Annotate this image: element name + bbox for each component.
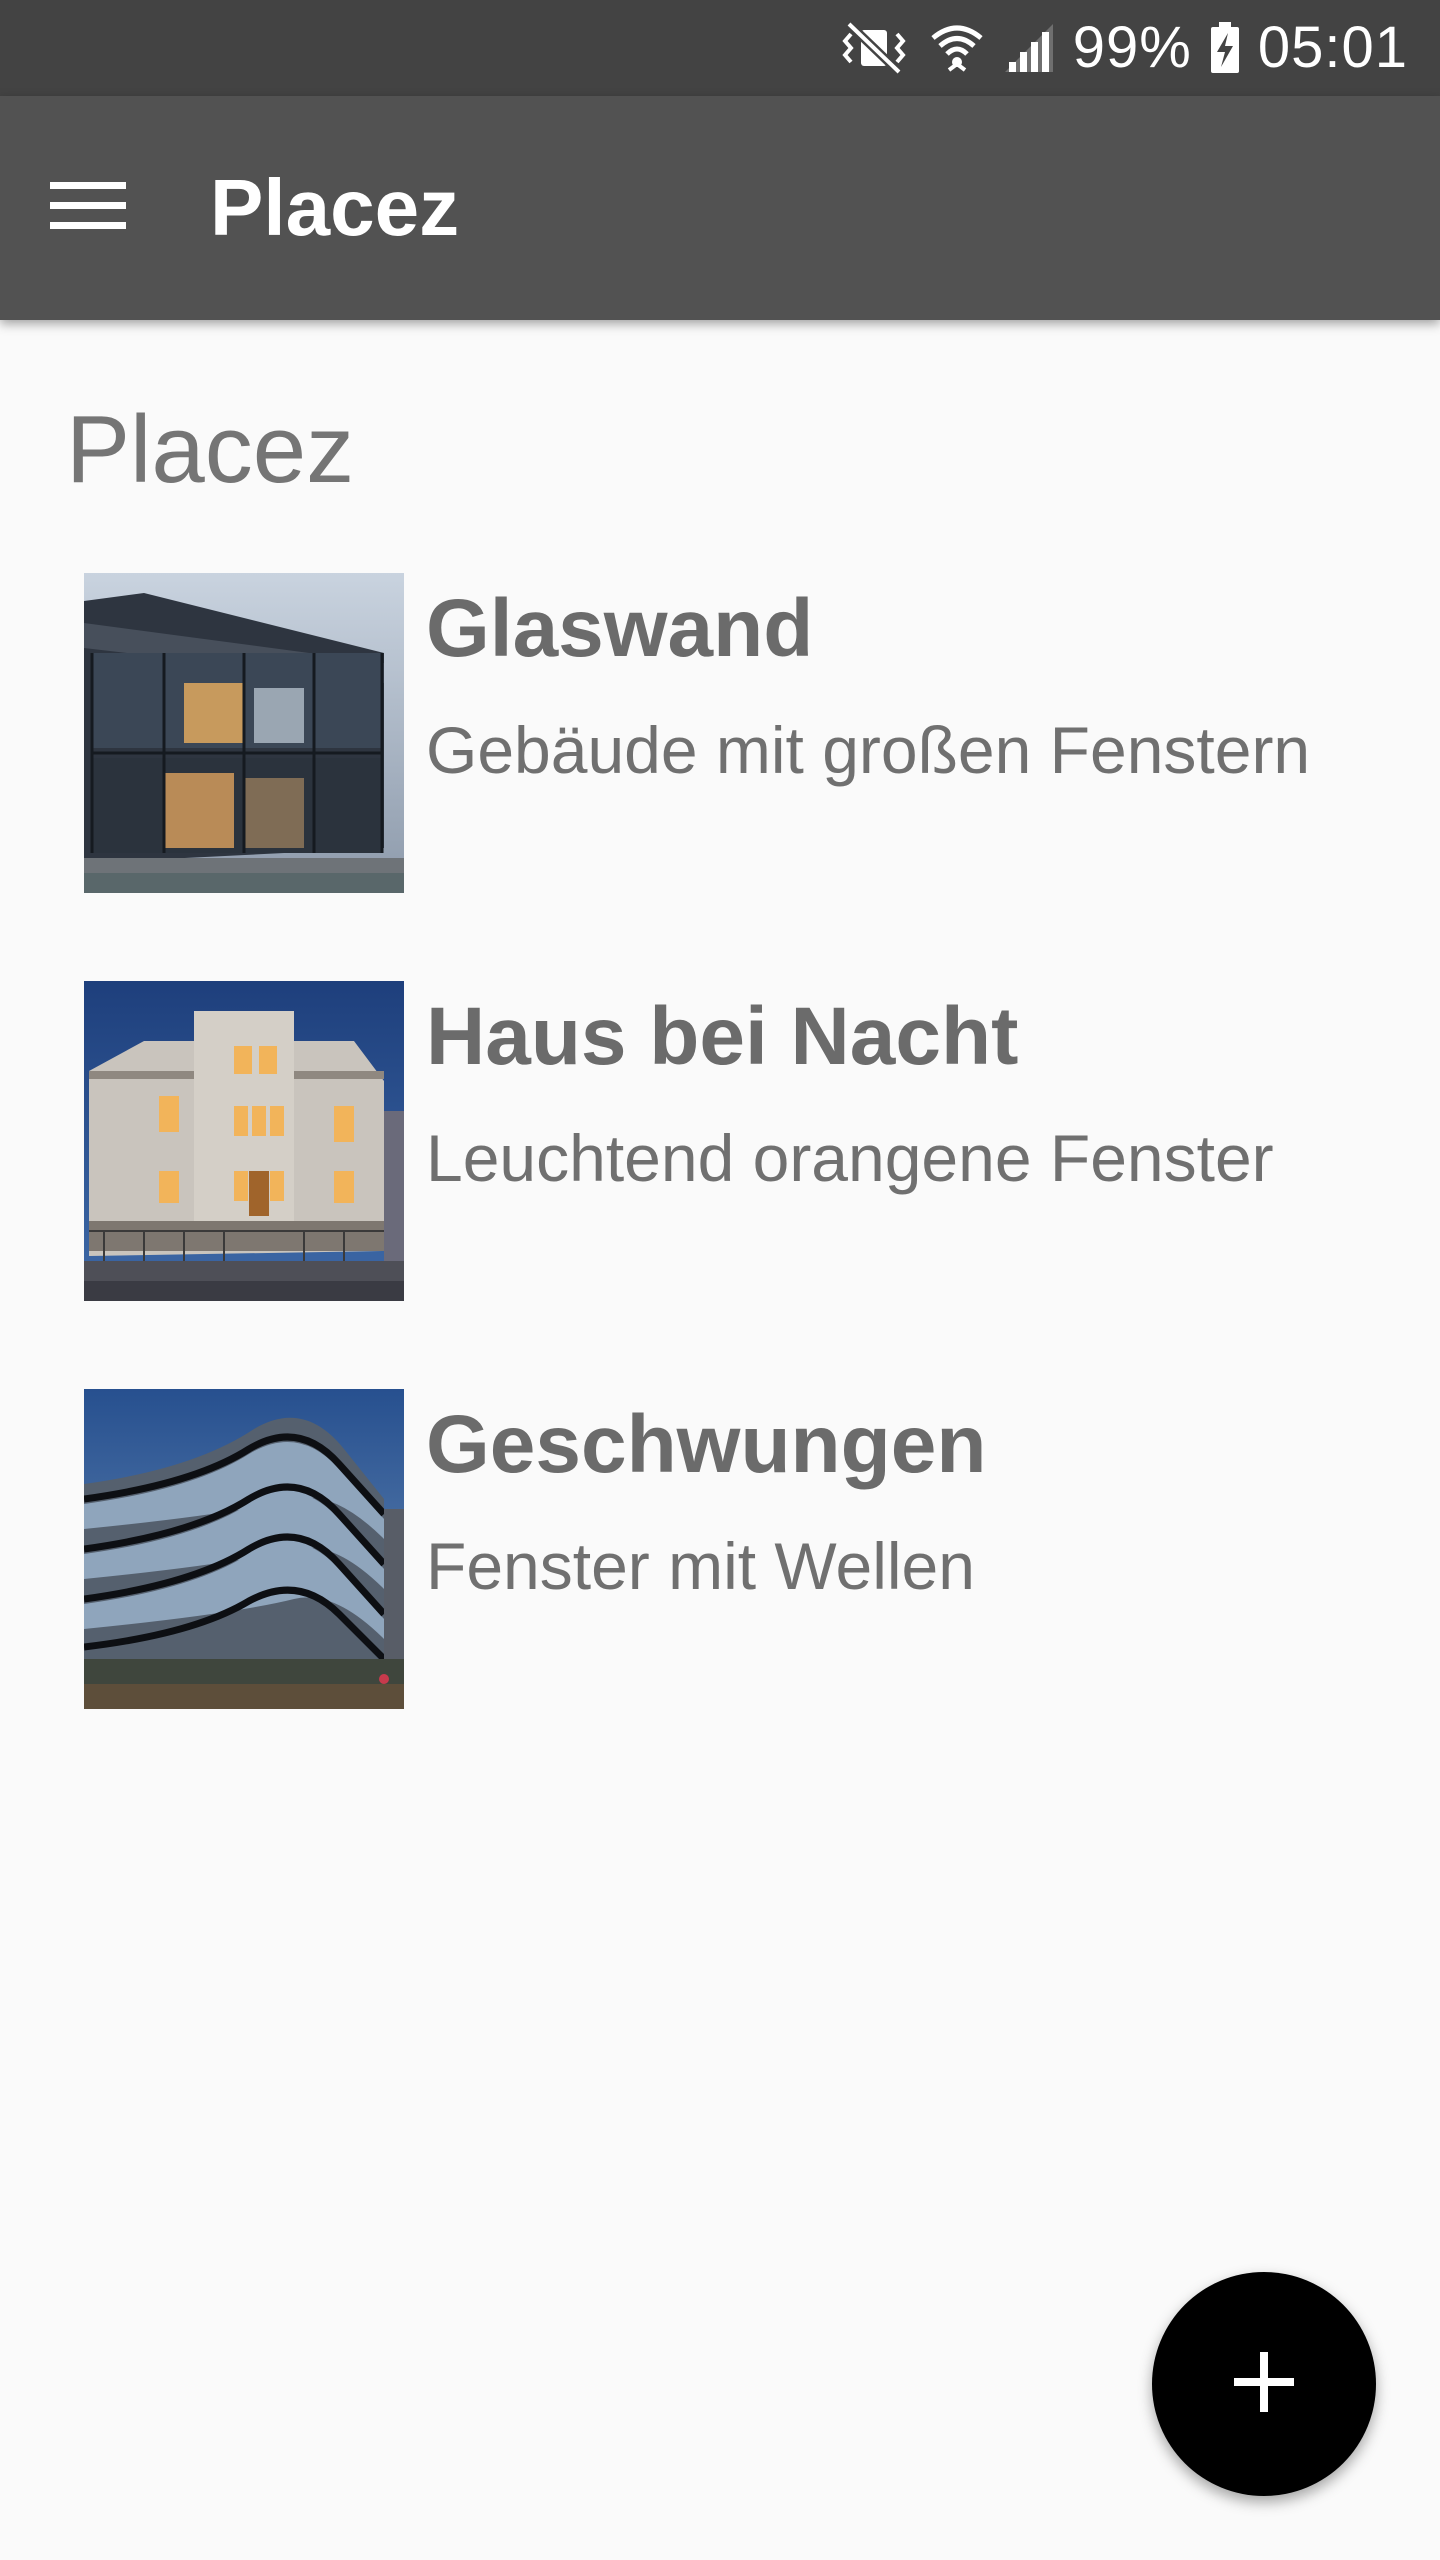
item-title: Geschwungen	[426, 1399, 987, 1490]
vibrate-mute-icon	[835, 20, 913, 76]
app-bar: Placez	[0, 96, 1440, 320]
glass-building-thumbnail	[84, 573, 404, 893]
item-title: Haus bei Nacht	[426, 991, 1019, 1082]
plus-icon	[1232, 2350, 1296, 2419]
item-title: Glaswand	[426, 583, 814, 674]
list-item-geschwungen[interactable]: Geschwungen Fenster mit Wellen	[84, 1389, 1384, 1709]
hamburger-menu-icon	[50, 178, 126, 239]
house-at-night-thumbnail	[84, 981, 404, 1301]
item-subtitle: Gebäude mit großen Fenstern	[426, 713, 1311, 787]
status-bar: 99% 05:01	[0, 0, 1440, 96]
wifi-icon	[929, 20, 985, 76]
add-place-button[interactable]	[1152, 2272, 1376, 2496]
list-item-glaswand[interactable]: Glaswand Gebäude mit großen Fenstern	[84, 573, 1384, 893]
item-subtitle: Fenster mit Wellen	[426, 1529, 975, 1603]
signal-icon	[1001, 20, 1057, 76]
section-title: Placez	[66, 396, 355, 503]
battery-percent: 99%	[1072, 15, 1192, 80]
item-subtitle: Leuchtend orangene Fenster	[426, 1121, 1274, 1195]
clock: 05:01	[1257, 15, 1408, 80]
curved-building-thumbnail	[84, 1389, 404, 1709]
hamburger-menu-button[interactable]	[40, 160, 136, 256]
list-item-haus-bei-nacht[interactable]: Haus bei Nacht Leuchtend orangene Fenste…	[84, 981, 1384, 1301]
status-icons: 99% 05:01	[835, 0, 1408, 96]
app-title: Placez	[210, 163, 460, 252]
battery-charging-icon	[1208, 20, 1242, 76]
